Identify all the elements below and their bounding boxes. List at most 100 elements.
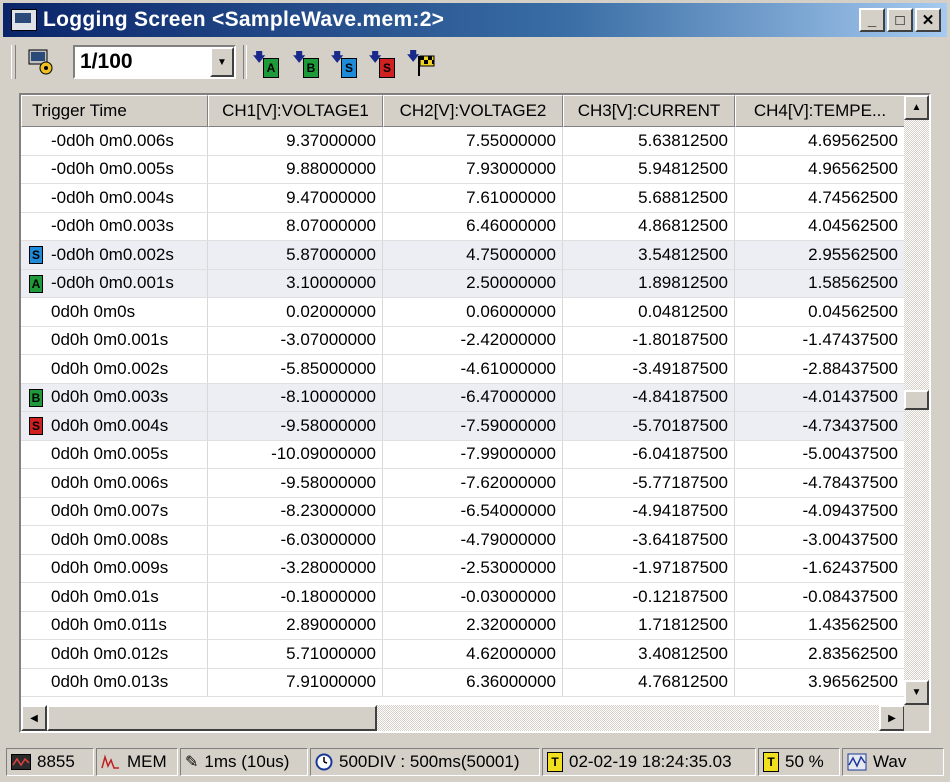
cell-ch4[interactable]: 3.96562500: [735, 668, 905, 696]
cell-trigger-time[interactable]: -0d0h 0m0.006s: [21, 127, 208, 155]
cell-ch2[interactable]: -7.59000000: [383, 412, 563, 440]
cell-ch1[interactable]: -0.18000000: [208, 583, 383, 611]
cell-ch4[interactable]: -4.78437500: [735, 469, 905, 497]
column-header-ch2[interactable]: CH2[V]:VOLTAGE2: [383, 95, 563, 127]
cell-ch4[interactable]: 0.04562500: [735, 298, 905, 326]
table-row[interactable]: -0d0h 0m0.006s 9.37000000 7.55000000 5.6381…: [21, 127, 905, 156]
ratio-combobox[interactable]: 1/100 ▼: [73, 45, 236, 79]
cell-trigger-time[interactable]: -0d0h 0m0.004s: [21, 184, 208, 212]
scroll-up-button[interactable]: ▲: [904, 95, 929, 120]
cell-ch2[interactable]: -4.61000000: [383, 355, 563, 383]
cell-trigger-time[interactable]: 0d0h 0m0.005s: [21, 440, 208, 468]
cell-trigger-time[interactable]: 0d0h 0m0.006s: [21, 469, 208, 497]
cell-ch2[interactable]: 0.06000000: [383, 298, 563, 326]
cell-ch4[interactable]: -4.73437500: [735, 412, 905, 440]
cell-ch2[interactable]: 6.36000000: [383, 668, 563, 696]
cell-ch1[interactable]: 5.87000000: [208, 241, 383, 269]
cell-ch4[interactable]: 4.69562500: [735, 127, 905, 155]
cell-ch3[interactable]: 4.76812500: [563, 668, 735, 696]
jump-marker-a-button[interactable]: 🡇 A: [253, 48, 283, 78]
chevron-down-icon[interactable]: ▼: [210, 47, 234, 77]
cell-ch4[interactable]: -0.08437500: [735, 583, 905, 611]
minimize-button[interactable]: _: [859, 8, 885, 32]
vertical-scrollbar[interactable]: ▲ ▼: [904, 95, 929, 705]
cell-ch2[interactable]: 2.50000000: [383, 269, 563, 297]
cell-ch4[interactable]: 4.96562500: [735, 155, 905, 183]
cell-ch3[interactable]: 1.71812500: [563, 611, 735, 639]
cell-ch4[interactable]: -2.88437500: [735, 355, 905, 383]
cell-ch1[interactable]: 9.47000000: [208, 184, 383, 212]
cell-ch4[interactable]: -4.09437500: [735, 497, 905, 525]
cell-ch1[interactable]: 9.37000000: [208, 127, 383, 155]
cell-ch2[interactable]: -2.42000000: [383, 326, 563, 354]
table-row[interactable]: 0d0h 0m0.013s 7.91000000 6.36000000 4.76812…: [21, 668, 905, 697]
cell-ch2[interactable]: -6.47000000: [383, 383, 563, 411]
cell-ch3[interactable]: 5.68812500: [563, 184, 735, 212]
cell-ch2[interactable]: 6.46000000: [383, 212, 563, 240]
cell-ch3[interactable]: 5.94812500: [563, 155, 735, 183]
cell-ch1[interactable]: 9.88000000: [208, 155, 383, 183]
cell-ch1[interactable]: -9.58000000: [208, 469, 383, 497]
cell-ch3[interactable]: -5.77187500: [563, 469, 735, 497]
table-row[interactable]: 0d0h 0m0.002s -5.85000000 -4.61000000 -3.49…: [21, 355, 905, 384]
toolbar-grip[interactable]: [11, 45, 16, 79]
cell-ch4[interactable]: -1.47437500: [735, 326, 905, 354]
cell-trigger-time[interactable]: 0d0h 0m0.007s: [21, 497, 208, 525]
table-row[interactable]: 0d0h 0m0.001s -3.07000000 -2.42000000 -1.80…: [21, 326, 905, 355]
cell-ch4[interactable]: 4.74562500: [735, 184, 905, 212]
cell-ch2[interactable]: 4.62000000: [383, 640, 563, 668]
scroll-down-button[interactable]: ▼: [904, 680, 929, 705]
cell-ch2[interactable]: 7.61000000: [383, 184, 563, 212]
jump-start-button[interactable]: 🡇 S: [331, 48, 361, 78]
table-row[interactable]: A -0d0h 0m0.001s 3.10000000 2.50000000 1.898…: [21, 269, 905, 298]
cell-ch2[interactable]: 7.55000000: [383, 127, 563, 155]
cell-ch2[interactable]: 2.32000000: [383, 611, 563, 639]
cell-ch4[interactable]: -1.62437500: [735, 554, 905, 582]
cell-ch4[interactable]: 1.43562500: [735, 611, 905, 639]
cell-ch2[interactable]: 4.75000000: [383, 241, 563, 269]
table-row[interactable]: 0d0h 0m0.01s -0.18000000 -0.03000000 -0.121…: [21, 583, 905, 612]
jump-stop-button[interactable]: 🡇 S: [369, 48, 399, 78]
cell-trigger-time[interactable]: A -0d0h 0m0.001s: [21, 269, 208, 297]
cell-ch1[interactable]: -10.09000000: [208, 440, 383, 468]
cell-ch4[interactable]: -3.00437500: [735, 526, 905, 554]
column-header-ch1[interactable]: CH1[V]:VOLTAGE1: [208, 95, 383, 127]
table-row[interactable]: 0d0h 0m0.011s 2.89000000 2.32000000 1.71812…: [21, 611, 905, 640]
cell-trigger-time[interactable]: 0d0h 0m0.011s: [21, 611, 208, 639]
column-header-ch4[interactable]: CH4[V]:TEMPE...: [735, 95, 905, 127]
cell-ch2[interactable]: 7.93000000: [383, 155, 563, 183]
cell-ch1[interactable]: -3.07000000: [208, 326, 383, 354]
cell-trigger-time[interactable]: -0d0h 0m0.005s: [21, 155, 208, 183]
cell-ch1[interactable]: -8.23000000: [208, 497, 383, 525]
logging-settings-button[interactable]: [25, 46, 57, 78]
table-row[interactable]: -0d0h 0m0.003s 8.07000000 6.46000000 4.8681…: [21, 212, 905, 241]
table-row[interactable]: 0d0h 0m0s 0.02000000 0.06000000 0.04812500 0…: [21, 298, 905, 327]
table-row[interactable]: 0d0h 0m0.007s -8.23000000 -6.54000000 -4.94…: [21, 497, 905, 526]
cell-ch3[interactable]: 5.63812500: [563, 127, 735, 155]
cell-trigger-time[interactable]: 0d0h 0m0.008s: [21, 526, 208, 554]
column-header-ch3[interactable]: CH3[V]:CURRENT: [563, 95, 735, 127]
table-row[interactable]: 0d0h 0m0.005s -10.09000000 -7.99000000 -6.0…: [21, 440, 905, 469]
vertical-scroll-thumb[interactable]: [904, 390, 929, 410]
table-row[interactable]: 0d0h 0m0.012s 5.71000000 4.62000000 3.40812…: [21, 640, 905, 669]
table-row[interactable]: 0d0h 0m0.008s -6.03000000 -4.79000000 -3.64…: [21, 526, 905, 555]
close-button[interactable]: ✕: [915, 8, 941, 32]
maximize-button[interactable]: □: [887, 8, 913, 32]
cell-ch1[interactable]: 8.07000000: [208, 212, 383, 240]
cell-ch1[interactable]: 0.02000000: [208, 298, 383, 326]
cell-ch1[interactable]: 2.89000000: [208, 611, 383, 639]
cell-ch2[interactable]: -7.99000000: [383, 440, 563, 468]
cell-ch4[interactable]: -5.00437500: [735, 440, 905, 468]
cell-ch4[interactable]: 2.95562500: [735, 241, 905, 269]
cell-trigger-time[interactable]: S 0d0h 0m0.004s: [21, 412, 208, 440]
table-row[interactable]: 0d0h 0m0.006s -9.58000000 -7.62000000 -5.77…: [21, 469, 905, 498]
column-header-trigger-time[interactable]: Trigger Time: [21, 95, 208, 127]
cell-trigger-time[interactable]: S -0d0h 0m0.002s: [21, 241, 208, 269]
cell-ch1[interactable]: 5.71000000: [208, 640, 383, 668]
cell-ch2[interactable]: -0.03000000: [383, 583, 563, 611]
table-row[interactable]: S 0d0h 0m0.004s -9.58000000 -7.59000000 -5.7…: [21, 412, 905, 441]
cell-ch3[interactable]: 1.89812500: [563, 269, 735, 297]
cell-ch4[interactable]: 1.58562500: [735, 269, 905, 297]
cell-ch3[interactable]: -4.94187500: [563, 497, 735, 525]
cell-trigger-time[interactable]: 0d0h 0m0.012s: [21, 640, 208, 668]
